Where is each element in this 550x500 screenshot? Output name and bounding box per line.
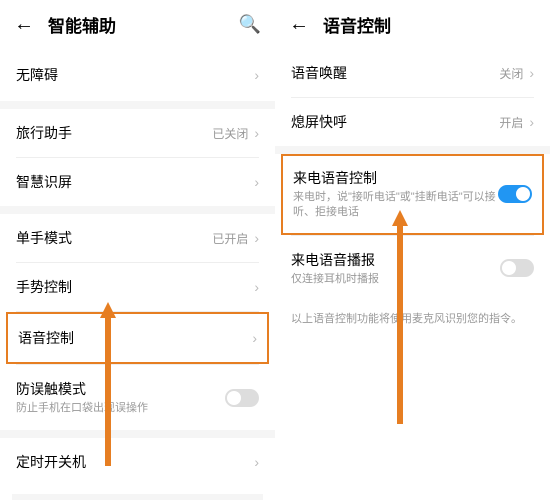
watermark-text: Handset Cat [462, 467, 534, 482]
row-incoming-voice-control[interactable]: 来电语音控制 来电时，说"接听电话"或"挂断电话"可以接听、拒接电话 [283, 156, 542, 233]
header-left: ← 智能辅助 🔍 [0, 0, 275, 49]
row-label: 语音控制 [18, 328, 252, 348]
chevron-right-icon: › [254, 279, 259, 295]
hint-box: 是否在寻找其他设置项？ 系统导航方式 [12, 494, 263, 500]
row-accessibility[interactable]: 无障碍 › [0, 49, 275, 101]
row-scheduled-power[interactable]: 定时开关机 › [0, 438, 275, 486]
row-incoming-voice-announce[interactable]: 来电语音播报 仅连接耳机时播报 [275, 236, 550, 301]
row-anti-touch[interactable]: 防误触模式 防止手机在口袋出现误操作 [0, 365, 275, 430]
annotation-arrow-stem-right [397, 224, 403, 424]
phone-screen-left: ← 智能辅助 🔍 无障碍 › 旅行助手 已关闭 › 智慧识屏 › 单手模式 已开… [0, 0, 275, 500]
row-travel-assistant[interactable]: 旅行助手 已关闭 › [0, 109, 275, 157]
row-sub: 仅连接耳机时播报 [291, 272, 500, 287]
row-label: 智慧识屏 [16, 172, 254, 192]
row-smart-screen[interactable]: 智慧识屏 › [0, 158, 275, 206]
annotation-arrow-stem-left [105, 316, 111, 466]
footer-note: 以上语音控制功能将使用麦克风识别您的指令。 [275, 301, 550, 338]
row-value: 关闭 [499, 65, 523, 82]
row-one-hand-mode[interactable]: 单手模式 已开启 › [0, 214, 275, 262]
back-icon[interactable]: ← [14, 13, 34, 36]
chevron-right-icon: › [254, 454, 259, 470]
header-right: ← 语音控制 [275, 0, 550, 49]
row-label: 手势控制 [16, 277, 254, 297]
row-label: 旅行助手 [16, 123, 212, 143]
row-label: 熄屏快呼 [291, 112, 499, 132]
toggle-voice-announce[interactable] [500, 259, 534, 277]
row-voice-control[interactable]: 语音控制 › [8, 314, 267, 362]
watermark: Handset Cat [428, 460, 534, 488]
chevron-right-icon: › [529, 65, 534, 81]
back-icon[interactable]: ← [289, 13, 309, 36]
row-sub: 防止手机在口袋出现误操作 [16, 401, 225, 416]
chevron-right-icon: › [254, 67, 259, 83]
row-label: 单手模式 [16, 228, 212, 248]
row-value: 开启 [499, 114, 523, 131]
row-value: 已开启 [212, 230, 248, 247]
chevron-right-icon: › [254, 230, 259, 246]
row-label: 防误触模式 [16, 379, 225, 399]
search-icon[interactable]: 🔍 [239, 14, 261, 35]
row-voice-wake[interactable]: 语音唤醒 关闭 › [275, 49, 550, 97]
row-label: 来电语音控制 [293, 168, 498, 188]
chevron-right-icon: › [252, 330, 257, 346]
row-label: 定时开关机 [16, 452, 254, 472]
cat-icon [428, 460, 456, 488]
phone-screen-right: ← 语音控制 语音唤醒 关闭 › 熄屏快呼 开启 › 来电语音控制 来电时，说"… [275, 0, 550, 500]
row-gesture-control[interactable]: 手势控制 › [0, 263, 275, 311]
settings-list-left: 无障碍 › 旅行助手 已关闭 › 智慧识屏 › 单手模式 已开启 › 手势控制 … [0, 49, 275, 500]
row-label: 语音唤醒 [291, 63, 499, 83]
chevron-right-icon: › [529, 114, 534, 130]
page-title: 智能辅助 [48, 12, 116, 37]
page-title: 语音控制 [323, 12, 391, 37]
chevron-right-icon: › [254, 125, 259, 141]
row-value: 已关闭 [212, 125, 248, 142]
row-label: 无障碍 [16, 65, 254, 85]
row-label: 来电语音播报 [291, 250, 500, 270]
toggle-incoming-voice[interactable] [498, 185, 532, 203]
highlight-incoming-voice: 来电语音控制 来电时，说"接听电话"或"挂断电话"可以接听、拒接电话 [281, 154, 544, 235]
section-gap [0, 101, 275, 109]
row-screen-off-call[interactable]: 熄屏快呼 开启 › [275, 98, 550, 146]
settings-list-right: 语音唤醒 关闭 › 熄屏快呼 开启 › 来电语音控制 来电时，说"接听电话"或"… [275, 49, 550, 500]
toggle-anti-touch[interactable] [225, 389, 259, 407]
highlight-voice-control: 语音控制 › [6, 312, 269, 364]
chevron-right-icon: › [254, 174, 259, 190]
